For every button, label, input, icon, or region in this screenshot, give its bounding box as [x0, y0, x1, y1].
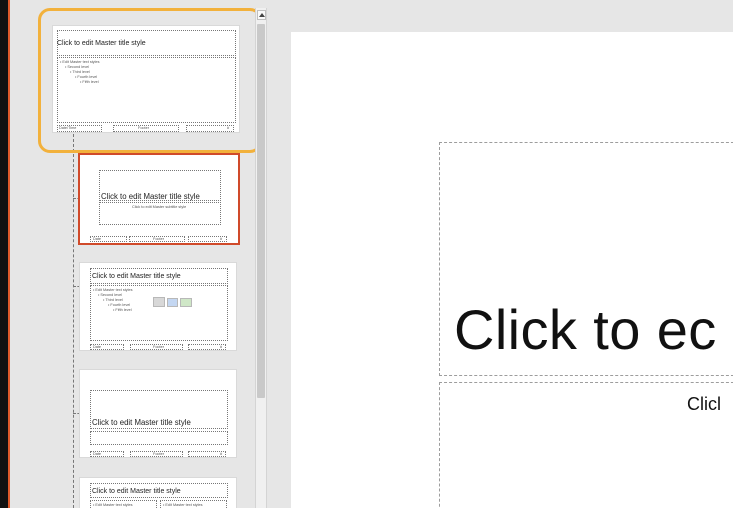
thumbnail-footer-center-text: Footer	[153, 237, 164, 241]
thumbnail-body-line: • Fifth level	[113, 308, 132, 312]
thumbnail-body-line: • Third level	[103, 298, 123, 302]
thumbnail-footer-left-text: Date	[93, 345, 102, 349]
thumbnail-title-text: Click to edit Master title style	[92, 418, 191, 427]
thumbnail-scrollbar[interactable]	[255, 8, 267, 508]
two-content-layout-thumbnail[interactable]: Click to edit Master title style • Edit …	[79, 477, 237, 508]
title-slide-layout-thumbnail[interactable]: Click to edit Master title style Click t…	[78, 153, 240, 245]
scroll-up-arrow-icon[interactable]	[257, 10, 266, 20]
slide-editing-canvas[interactable]: Click to ec Clicl	[291, 32, 733, 508]
thumbnail-footer-left-text: Date	[93, 237, 102, 241]
thumbnail-footer-left-text: Date	[93, 452, 102, 456]
thumbnail-title-text: Click to edit Master title style	[101, 192, 200, 201]
scrollbar-thumb[interactable]	[257, 24, 265, 398]
thumbnail-footer-center-text: Footer	[153, 345, 164, 349]
thumbnail-title-text: Click to edit Master title style	[92, 488, 181, 495]
left-edge-bar	[0, 0, 10, 508]
subtitle-placeholder-text[interactable]: Clicl	[687, 394, 721, 415]
powerpoint-slide-master-view: Click to edit Master title style • Edit …	[0, 0, 733, 508]
thumbnail-right-content-text: • Edit Master text styles	[163, 503, 203, 507]
thumbnail-body-line: • Edit Master text styles	[93, 288, 133, 292]
table-icon	[153, 297, 165, 307]
thumbnail-footer-right-text: #	[220, 237, 223, 241]
thumbnail-body-line: • Fourth level	[108, 303, 131, 307]
insert-content-icons	[153, 297, 195, 311]
selection-highlight	[38, 8, 262, 153]
layout-connector	[73, 134, 74, 508]
thumbnail-footer-right-text: #	[220, 452, 223, 456]
thumbnail-subtitle-text: Click to edit Master subtitle style	[132, 205, 187, 209]
pane-splitter[interactable]	[267, 0, 277, 508]
thumbnail-pane[interactable]: Click to edit Master title style • Edit …	[10, 0, 262, 508]
smartart-icon	[180, 298, 192, 307]
thumbnail-title-text: Click to edit Master title style	[92, 273, 181, 280]
thumbnail-footer-right-text: #	[220, 345, 223, 349]
thumbnail-footer-center-text: Footer	[153, 452, 164, 456]
section-header-layout-thumbnail[interactable]: Click to edit Master title style Date Fo…	[79, 369, 237, 458]
chart-icon	[167, 298, 178, 307]
thumbnail-left-content-text: • Edit Master text styles	[93, 503, 133, 507]
title-content-layout-thumbnail[interactable]: Click to edit Master title style • Edit …	[79, 262, 237, 351]
title-placeholder-text[interactable]: Click to ec	[454, 297, 717, 362]
thumbnail-body-line: • Second level	[98, 293, 123, 297]
thumbnail-text-placeholder	[90, 431, 228, 445]
